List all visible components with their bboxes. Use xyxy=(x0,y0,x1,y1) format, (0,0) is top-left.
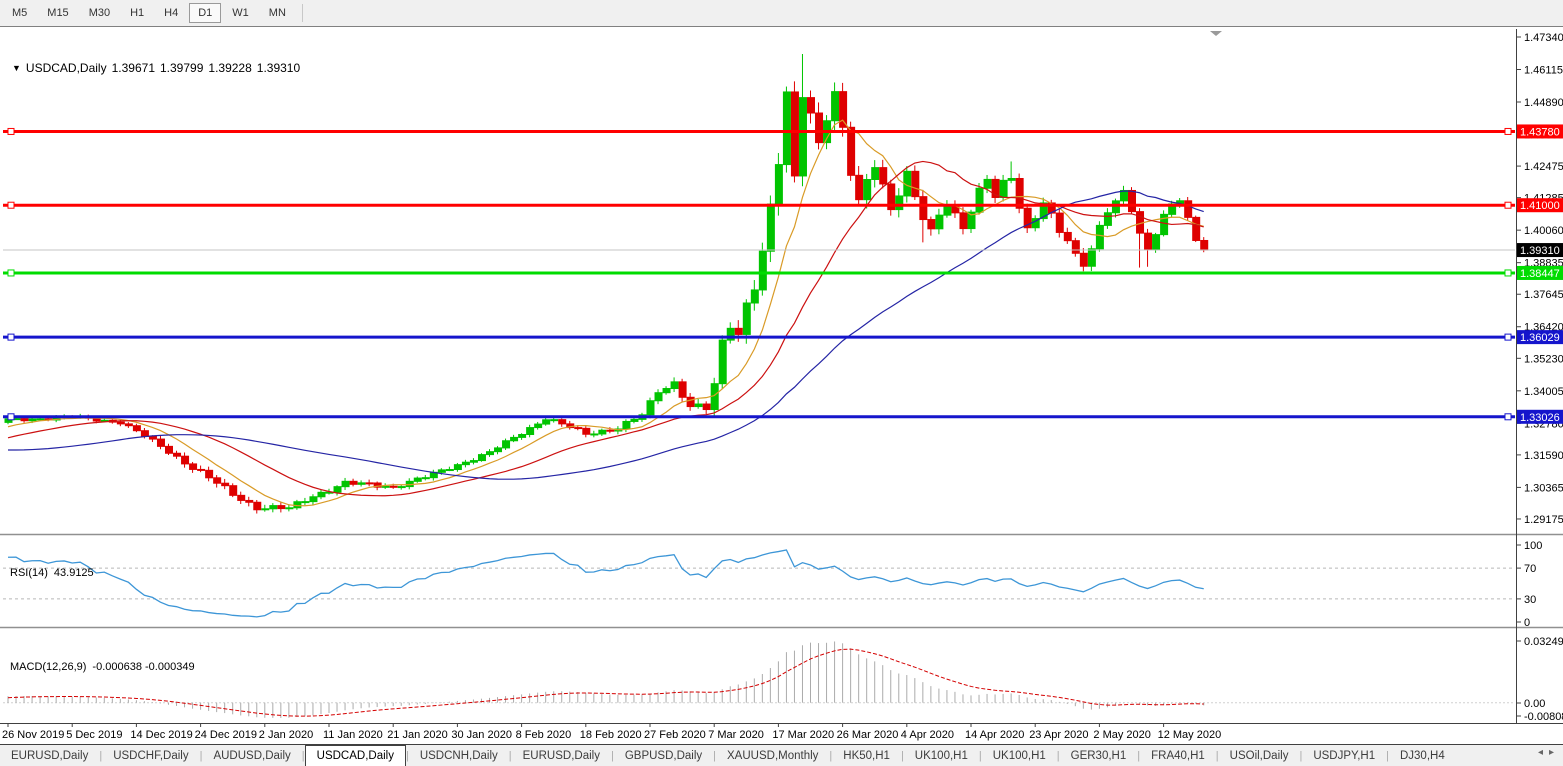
svg-text:-0.00808: -0.00808 xyxy=(1524,711,1563,723)
svg-text:2 Jan 2020: 2 Jan 2020 xyxy=(259,729,313,741)
svg-text:24 Dec 2019: 24 Dec 2019 xyxy=(195,729,257,741)
line-anchor-right[interactable] xyxy=(1505,202,1511,208)
toolbar-separator xyxy=(302,4,303,22)
svg-text:30 Jan 2020: 30 Jan 2020 xyxy=(451,729,512,741)
price-line-label: 1.38447 xyxy=(1517,266,1563,280)
svg-text:1.34005: 1.34005 xyxy=(1524,386,1563,398)
svg-text:1.39310: 1.39310 xyxy=(1520,245,1560,257)
svg-text:1.37645: 1.37645 xyxy=(1524,289,1563,301)
line-anchor-left[interactable] xyxy=(8,202,14,208)
svg-text:2 May 2020: 2 May 2020 xyxy=(1093,729,1150,741)
svg-text:26 Nov 2019: 26 Nov 2019 xyxy=(2,729,64,741)
terminal-window: M5M15M30H1H4D1W1MN ▼ USDCAD,Daily 1.3967… xyxy=(0,0,1563,766)
symbol-tab-fra40-12[interactable]: FRA40,H1 xyxy=(1140,745,1216,766)
svg-text:1.46115: 1.46115 xyxy=(1524,65,1563,77)
line-anchor-left[interactable] xyxy=(8,334,14,340)
symbol-tab-usdcad-3[interactable]: USDCAD,Daily xyxy=(305,745,406,766)
symbol-tab-bar: EURUSD,Daily|USDCHF,Daily|AUDUSD,Daily|U… xyxy=(0,744,1563,766)
line-anchor-left[interactable] xyxy=(8,270,14,276)
price-line-label: 1.36029 xyxy=(1517,330,1563,344)
svg-text:18 Feb 2020: 18 Feb 2020 xyxy=(580,729,642,741)
symbol-tab-gbpusd-6[interactable]: GBPUSD,Daily xyxy=(614,745,713,766)
symbol-tab-usdcnh-4[interactable]: USDCNH,Daily xyxy=(409,745,509,766)
symbol-tab-ger30-11[interactable]: GER30,H1 xyxy=(1060,745,1138,766)
svg-text:30: 30 xyxy=(1524,594,1536,606)
timeframe-button-m30[interactable]: M30 xyxy=(80,3,119,23)
svg-text:1.43780: 1.43780 xyxy=(1520,126,1560,138)
symbol-tab-eurusd-0[interactable]: EURUSD,Daily xyxy=(0,745,99,766)
timeframe-button-m15[interactable]: M15 xyxy=(38,3,77,23)
svg-text:1.41000: 1.41000 xyxy=(1520,200,1560,212)
svg-text:1.35230: 1.35230 xyxy=(1524,353,1563,365)
timeframe-button-w1[interactable]: W1 xyxy=(223,3,258,23)
svg-text:0: 0 xyxy=(1524,617,1530,629)
svg-text:17 Mar 2020: 17 Mar 2020 xyxy=(772,729,834,741)
svg-text:26 Mar 2020: 26 Mar 2020 xyxy=(837,729,899,741)
line-anchor-right[interactable] xyxy=(1505,414,1511,420)
svg-text:14 Apr 2020: 14 Apr 2020 xyxy=(965,729,1024,741)
line-anchor-right[interactable] xyxy=(1505,128,1511,134)
svg-text:11 Jan 2020: 11 Jan 2020 xyxy=(323,729,383,741)
price-line-label: 1.39310 xyxy=(1517,243,1563,257)
line-anchor-right[interactable] xyxy=(1505,334,1511,340)
svg-text:14 Dec 2019: 14 Dec 2019 xyxy=(130,729,192,741)
svg-text:0.032493: 0.032493 xyxy=(1524,636,1563,648)
svg-text:1.30365: 1.30365 xyxy=(1524,482,1563,494)
svg-text:4 Apr 2020: 4 Apr 2020 xyxy=(901,729,954,741)
svg-text:1.40060: 1.40060 xyxy=(1524,225,1563,237)
line-anchor-right[interactable] xyxy=(1505,270,1511,276)
timeframe-button-m5[interactable]: M5 xyxy=(3,3,36,23)
svg-text:5 Dec 2019: 5 Dec 2019 xyxy=(66,729,122,741)
symbol-tab-usdjpy-14[interactable]: USDJPY,H1 xyxy=(1302,745,1386,766)
chart-window: ▼ USDCAD,Daily 1.39671 1.39799 1.39228 1… xyxy=(0,27,1563,744)
chart-canvas: 1.473401.461151.448901.436651.424751.412… xyxy=(0,27,1563,744)
svg-text:1.42475: 1.42475 xyxy=(1524,161,1563,173)
svg-text:1.44890: 1.44890 xyxy=(1524,97,1563,109)
svg-text:1.36029: 1.36029 xyxy=(1520,332,1560,344)
symbol-tab-audusd-2[interactable]: AUDUSD,Daily xyxy=(202,745,301,766)
symbol-tab-usoil-13[interactable]: USOil,Daily xyxy=(1219,745,1300,766)
price-line-label: 1.41000 xyxy=(1517,198,1563,212)
svg-text:7 Mar 2020: 7 Mar 2020 xyxy=(708,729,764,741)
timeframe-button-mn[interactable]: MN xyxy=(260,3,295,23)
timeframe-button-h1[interactable]: H1 xyxy=(121,3,153,23)
timeframe-button-h4[interactable]: H4 xyxy=(155,3,187,23)
svg-text:70: 70 xyxy=(1524,563,1536,575)
svg-text:27 Feb 2020: 27 Feb 2020 xyxy=(644,729,706,741)
tab-scroll-arrows[interactable]: ◂▸ xyxy=(1538,747,1560,758)
symbol-tab-uk100-10[interactable]: UK100,H1 xyxy=(982,745,1057,766)
svg-text:23 Apr 2020: 23 Apr 2020 xyxy=(1029,729,1088,741)
svg-text:1.33026: 1.33026 xyxy=(1520,412,1560,424)
svg-text:8 Feb 2020: 8 Feb 2020 xyxy=(516,729,572,741)
symbol-tab-usdchf-1[interactable]: USDCHF,Daily xyxy=(102,745,199,766)
svg-text:1.38447: 1.38447 xyxy=(1520,268,1560,280)
svg-text:12 May 2020: 12 May 2020 xyxy=(1158,729,1222,741)
svg-text:1.47340: 1.47340 xyxy=(1524,32,1563,44)
symbol-tab-dj30-15[interactable]: DJ30,H4 xyxy=(1389,745,1456,766)
svg-text:100: 100 xyxy=(1524,540,1542,552)
symbol-tab-xauusd-7[interactable]: XAUUSD,Monthly xyxy=(716,745,829,766)
timeframe-button-d1[interactable]: D1 xyxy=(189,3,221,23)
symbol-tab-hk50-8[interactable]: HK50,H1 xyxy=(832,745,901,766)
line-anchor-left[interactable] xyxy=(8,414,14,420)
symbol-tab-uk100-9[interactable]: UK100,H1 xyxy=(904,745,979,766)
svg-text:21 Jan 2020: 21 Jan 2020 xyxy=(387,729,448,741)
price-line-label: 1.43780 xyxy=(1517,124,1563,138)
svg-text:1.31590: 1.31590 xyxy=(1524,450,1563,462)
line-anchor-left[interactable] xyxy=(8,128,14,134)
symbol-tab-eurusd-5[interactable]: EURUSD,Daily xyxy=(512,745,611,766)
price-line-label: 1.33026 xyxy=(1517,410,1563,424)
svg-text:1.29175: 1.29175 xyxy=(1524,514,1563,526)
timeframe-toolbar: M5M15M30H1H4D1W1MN xyxy=(0,0,1563,27)
svg-text:0.00: 0.00 xyxy=(1524,698,1545,710)
